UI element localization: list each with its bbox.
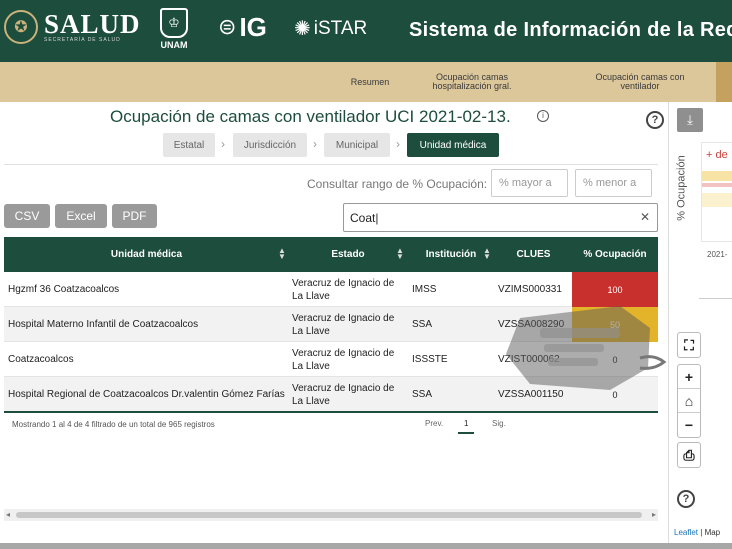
cell-estado: Veracruz de Ignacio de La Llave <box>292 347 395 372</box>
print-icon: ⎙ <box>683 447 695 463</box>
top-header: ✪ SALUD SECRETARÍA DE SALUD ♔ UNAM ⊜ IG … <box>0 0 732 62</box>
col-unidad-medica[interactable]: Unidad médica <box>4 237 289 272</box>
cell-estado: Veracruz de Ignacio de La Llave <box>292 382 395 407</box>
scroll-right-icon[interactable]: ▸ <box>652 510 656 519</box>
cell-unidad: Hospital Regional de Coatzacoalcos Dr.va… <box>8 389 285 400</box>
istar-label: iSTAR <box>313 17 368 39</box>
horizontal-scrollbar[interactable]: ◂ ▸ <box>4 509 658 521</box>
fullscreen-icon: ⛶ <box>684 337 694 353</box>
star-icon: ✺ <box>294 18 311 40</box>
fullscreen-button[interactable]: ⛶ <box>677 332 701 358</box>
col-estado[interactable]: Estado <box>289 237 407 272</box>
info-icon[interactable]: i <box>537 110 549 122</box>
range-label: Consultar rango de % Ocupación: <box>307 177 488 191</box>
col-clues[interactable]: CLUES <box>495 237 572 272</box>
salud-title: SALUD <box>44 9 141 39</box>
map-edge <box>699 298 732 312</box>
help-icon[interactable]: ? <box>646 111 664 129</box>
col-ocupacion[interactable]: % Ocupación <box>572 237 658 272</box>
ig-label: IG <box>239 12 267 42</box>
table-header: Unidad médica ▲ ▼ Estado ▲ ▼ Institución ▲… <box>4 237 658 272</box>
next-page-button[interactable]: Sig. <box>492 419 506 428</box>
globe-icon: ⊜ <box>218 14 237 39</box>
col-institucion[interactable]: Institución <box>407 237 495 272</box>
range-max-input[interactable]: % menor a <box>575 169 652 197</box>
search-input[interactable]: Coat | ✕ <box>343 203 658 232</box>
graph-xtick: 2021- <box>707 250 728 259</box>
search-value: Coat <box>350 210 376 225</box>
page-1-button[interactable]: 1 <box>458 419 475 434</box>
eagle-emblem-icon: ✪ <box>4 10 38 44</box>
page-title: Ocupación de camas con ventilador UCI 20… <box>110 107 511 126</box>
tab-hospitalizacion[interactable]: Ocupación camas hospitalización gral. <box>420 62 524 102</box>
home-icon[interactable]: ⌂ <box>678 389 700 413</box>
zoom-controls: + ⌂ − <box>677 364 701 438</box>
chevron-right-icon: › <box>396 137 400 151</box>
zoom-out-icon[interactable]: − <box>678 413 700 437</box>
prev-page-button[interactable]: Prev. <box>425 419 443 428</box>
breadcrumb-jurisdiccion[interactable]: Jurisdicción <box>233 133 307 157</box>
sort-icon[interactable]: ▲ ▼ <box>483 247 491 261</box>
bottom-bar <box>0 543 732 549</box>
csv-button[interactable]: CSV <box>4 204 50 228</box>
tab-resumen[interactable]: Resumen <box>336 62 404 102</box>
sort-icon[interactable]: ▲ ▼ <box>278 247 286 261</box>
cell-unidad: Coatzacoalcos <box>8 354 74 365</box>
unam-crest-icon: ♔ <box>160 8 188 38</box>
system-title: Sistema de Información de la Red <box>409 19 732 41</box>
cell-unidad: Hgzmf 36 Coatzacoalcos <box>8 284 120 295</box>
cell-estado: Veracruz de Ignacio de La Llave <box>292 277 395 302</box>
scroll-left-icon[interactable]: ◂ <box>6 510 10 519</box>
table-bottom-border <box>4 411 658 413</box>
clear-icon[interactable]: ✕ <box>640 210 650 224</box>
chevron-right-icon: › <box>221 137 225 151</box>
leaflet-link[interactable]: Leaflet <box>674 528 698 537</box>
cell-estado: Veracruz de Ignacio de La Llave <box>292 312 395 337</box>
cell-institucion: ISSSTE <box>412 354 448 365</box>
watermark-logo-icon <box>506 306 667 390</box>
tab-ventilador[interactable]: Ocupación camas con ventilador <box>566 62 714 102</box>
ig-logo[interactable]: ⊜ IG <box>218 14 267 40</box>
cell-unidad: Hospital Materno Infantil de Coatzacoalc… <box>8 319 199 330</box>
cell-institucion: SSA <box>412 319 433 330</box>
nav-bar: Resumen Ocupación camas hospitalización … <box>0 62 732 102</box>
zoom-in-icon[interactable]: + <box>678 365 700 389</box>
range-min-input[interactable]: % mayor a <box>491 169 568 197</box>
graph-ylabel: % Ocupación <box>675 155 688 221</box>
table-info: Mostrando 1 al 4 de 4 filtrado de un tot… <box>12 420 215 429</box>
unam-logo[interactable]: ♔ UNAM <box>160 8 188 50</box>
excel-button[interactable]: Excel <box>55 204 107 228</box>
cell-institucion: IMSS <box>412 284 437 295</box>
print-button[interactable]: ⎙ <box>677 442 701 468</box>
graph-band <box>702 183 732 187</box>
map-link[interactable]: Map <box>705 528 721 537</box>
pdf-button[interactable]: PDF <box>112 204 157 228</box>
graph-legend: + de <box>706 149 728 161</box>
map-attribution: Leaflet | Map <box>674 528 721 537</box>
main-panel: Ocupación de camas con ventilador UCI 20… <box>0 102 668 549</box>
breadcrumb-estatal[interactable]: Estatal <box>163 133 215 157</box>
unam-label: UNAM <box>160 40 188 50</box>
graph-band <box>702 193 732 207</box>
sort-icon[interactable]: ▲ ▼ <box>396 247 404 261</box>
download-icon[interactable]: ⤓ <box>677 108 703 132</box>
tab-overflow <box>716 62 732 102</box>
cell-institucion: SSA <box>412 389 433 400</box>
breadcrumb-unidad-medica[interactable]: Unidad médica <box>407 133 499 157</box>
scrollbar-thumb[interactable] <box>16 512 642 518</box>
graph-band <box>702 171 732 181</box>
mini-graph: + de <box>701 142 732 242</box>
side-panel: ⤓ % Ocupación + de 2021- ⛶ + ⌂ − ⎙ ? Lea… <box>668 102 732 549</box>
chevron-right-icon: › <box>313 137 317 151</box>
breadcrumb-municipal[interactable]: Municipal <box>324 133 390 157</box>
map-help-icon[interactable]: ? <box>677 490 695 508</box>
salud-logo[interactable]: ✪ SALUD SECRETARÍA DE SALUD <box>4 10 141 44</box>
istar-logo[interactable]: ✺ iSTAR <box>294 16 367 41</box>
divider <box>4 164 658 165</box>
